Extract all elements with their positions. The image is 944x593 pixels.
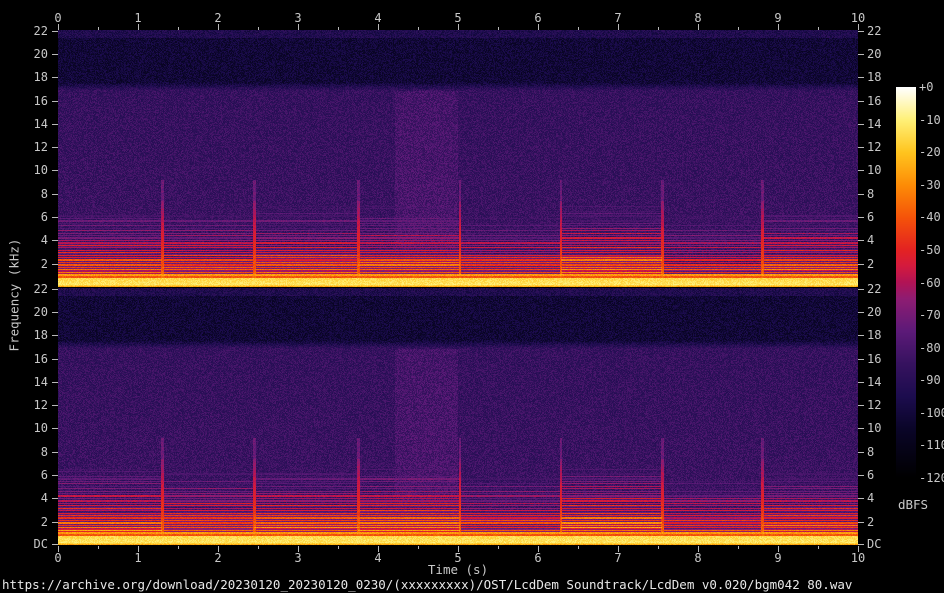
time-tick-label-bottom: 6 [534,551,542,565]
freq-tick-label-right-dc: DC [867,537,882,551]
colorbar-unit-label: dBFS [897,497,929,512]
time-tick-label-bottom: 3 [294,551,302,565]
colorbar [896,87,916,478]
time-tick-label-top: 0 [54,11,62,25]
freq-tick-label-right: 8 [867,187,875,201]
time-tick-label-top: 1 [134,11,142,25]
freq-tick-label-left: 6 [40,210,48,224]
freq-tick-label-right: 14 [867,117,882,131]
time-tick-label-top: 6 [534,11,542,25]
time-tick-label-top: 4 [374,11,382,25]
colorbar-tick-label: +0 [919,80,934,94]
time-tick-label-top: 8 [694,11,702,25]
freq-tick-label-right: 6 [867,210,875,224]
colorbar-tick-label: -120 [919,471,944,485]
freq-tick-label-left: 22 [33,24,48,38]
freq-tick-label-left: 6 [40,468,48,482]
time-tick-label-bottom: 0 [54,551,62,565]
freq-tick-label-right: 20 [867,305,882,319]
time-tick-label-bottom: 1 [134,551,142,565]
x-axis-title: Time (s) [427,562,489,577]
colorbar-tick-label: -70 [919,308,941,322]
freq-tick-label-left: 10 [33,163,48,177]
freq-tick-label-left: 12 [33,398,48,412]
freq-tick-label-left: 14 [33,375,48,389]
colorbar-tick-label: -30 [919,178,941,192]
freq-tick-label-left-dc: DC [33,537,48,551]
freq-tick-label-right: 4 [867,491,875,505]
freq-tick-label-right: 2 [867,515,875,529]
freq-tick-label-right: 22 [867,24,882,38]
freq-tick-label-right: 16 [867,352,882,366]
freq-tick-label-right: 10 [867,421,882,435]
footer-url: https://archive.org/download/20230120_20… [2,577,853,592]
freq-tick-label-right: 18 [867,328,882,342]
freq-tick-label-left: 18 [33,70,48,84]
freq-tick-label-right: 12 [867,140,882,154]
freq-tick-label-left: 10 [33,421,48,435]
colorbar-tick-label: -90 [919,373,941,387]
freq-tick-label-left: 14 [33,117,48,131]
time-tick-label-bottom: 8 [694,551,702,565]
colorbar-tick-label: -40 [919,210,941,224]
spectrogram-lower-panel [58,288,858,545]
freq-tick-label-left: 16 [33,94,48,108]
freq-tick-label-right: 10 [867,163,882,177]
time-tick-label-top: 3 [294,11,302,25]
colorbar-tick-label: -60 [919,276,941,290]
freq-tick-label-right: 4 [867,233,875,247]
time-tick-label-top: 9 [774,11,782,25]
freq-tick-label-left: 12 [33,140,48,154]
freq-tick-label-right: 6 [867,468,875,482]
colorbar-tick-label: -100 [919,406,944,420]
freq-tick-label-right: 12 [867,398,882,412]
time-tick-label-top: 5 [454,11,462,25]
time-tick-label-top: 10 [850,11,866,25]
colorbar-tick-label: -20 [919,145,941,159]
spectrogram-upper-panel [58,30,858,287]
freq-tick-label-left: 8 [40,187,48,201]
freq-tick-label-right: 8 [867,445,875,459]
freq-tick-label-left: 16 [33,352,48,366]
freq-tick-label-left: 20 [33,47,48,61]
time-tick-label-top: 7 [614,11,622,25]
colorbar-tick-label: -80 [919,341,941,355]
time-tick-label-bottom: 10 [850,551,866,565]
colorbar-tick-label: -10 [919,113,941,127]
time-tick-label-bottom: 2 [214,551,222,565]
time-tick-label-bottom: 4 [374,551,382,565]
freq-tick-label-right: 18 [867,70,882,84]
freq-tick-label-right: 2 [867,257,875,271]
colorbar-tick-label: -50 [919,243,941,257]
freq-tick-label-right: 22 [867,282,882,296]
freq-tick-label-right: 16 [867,94,882,108]
y-axis-title: Frequency (kHz) [6,238,22,352]
spectrogram-window: 0 0 1 1 2 2 3 3 4 4 5 5 6 6 7 7 8 8 9 9 10 10 22 22 20 20 18 18 16 16… [0,0,944,593]
colorbar-tick-label: -110 [919,438,944,452]
freq-tick-label-left: 2 [40,515,48,529]
freq-tick-label-right: 20 [867,47,882,61]
freq-tick-label-left: 8 [40,445,48,459]
time-tick-label-bottom: 9 [774,551,782,565]
freq-tick-label-left: 4 [40,491,48,505]
freq-tick-label-right: 14 [867,375,882,389]
time-tick-label-top: 2 [214,11,222,25]
time-tick-label-bottom: 7 [614,551,622,565]
